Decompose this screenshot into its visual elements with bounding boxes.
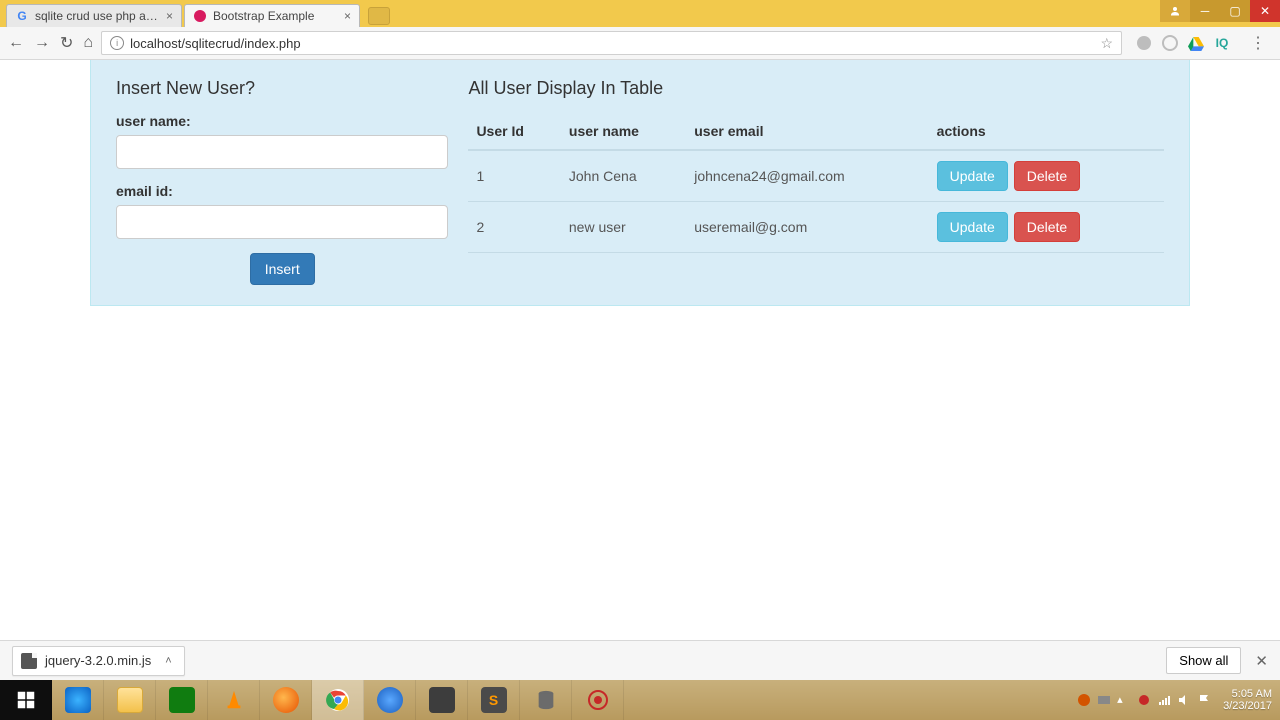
show-all-downloads-button[interactable]: Show all (1166, 647, 1241, 674)
chrome-menu-icon[interactable]: ⋮ (1244, 33, 1272, 53)
browser-titlebar: G sqlite crud use php and l × Bootstrap … (0, 0, 1280, 27)
users-table: User Id user name user email actions 1 J… (468, 113, 1164, 253)
download-bar: jquery-3.2.0.min.js ˄ Show all ✕ (0, 640, 1280, 680)
cell-name: new user (561, 202, 686, 253)
cell-id: 2 (468, 202, 560, 253)
update-button[interactable]: Update (937, 161, 1008, 191)
system-clock[interactable]: 5:05 AM 3/23/2017 (1217, 688, 1272, 712)
user-table-section: All User Display In Table User Id user n… (458, 78, 1174, 285)
browser-tab-2-active[interactable]: Bootstrap Example × (184, 4, 360, 27)
col-userid: User Id (468, 113, 560, 150)
table-heading: All User Display In Table (468, 78, 1164, 99)
cell-email: useremail@g.com (686, 202, 928, 253)
taskbar-record-icon[interactable] (572, 680, 624, 720)
cell-name: John Cena (561, 150, 686, 202)
table-row: 1 John Cena johncena24@gmail.com Update … (468, 150, 1164, 202)
tray-network-icon[interactable] (1157, 693, 1171, 707)
windows-taskbar: S ▴ 5:05 AM 3/23/2017 (0, 680, 1280, 720)
tray-flag-icon[interactable] (1197, 693, 1211, 707)
clock-date: 3/23/2017 (1223, 700, 1272, 712)
cell-actions: Update Delete (929, 202, 1164, 253)
tab-label: Bootstrap Example (213, 9, 340, 23)
browser-tab-1[interactable]: G sqlite crud use php and l × (6, 4, 182, 27)
browser-toolbar: ← → ↻ ⌂ i localhost/sqlitecrud/index.php… (0, 27, 1280, 60)
col-actions: actions (929, 113, 1164, 150)
email-input[interactable] (116, 205, 448, 239)
close-icon[interactable]: × (166, 9, 173, 23)
extensions-area: IQ (1130, 35, 1236, 51)
taskbar-firefox-icon[interactable] (260, 680, 312, 720)
iq-extension-icon[interactable]: IQ (1214, 35, 1230, 51)
file-icon (21, 653, 37, 669)
update-button[interactable]: Update (937, 212, 1008, 242)
window-controls: ─ ▢ ✕ (1160, 0, 1280, 22)
google-favicon: G (15, 9, 29, 23)
tray-record-icon[interactable] (1137, 693, 1151, 707)
main-panel: Insert New User? user name: email id: In… (90, 60, 1190, 306)
form-heading: Insert New User? (116, 78, 448, 99)
clock-time: 5:05 AM (1223, 688, 1272, 700)
taskbar-app-icon[interactable] (416, 680, 468, 720)
page-viewport: Insert New User? user name: email id: In… (0, 60, 1280, 640)
browser-tabs: G sqlite crud use php and l × Bootstrap … (0, 0, 390, 27)
reload-button[interactable]: ↻ (60, 33, 73, 53)
taskbar-sublime-icon[interactable]: S (468, 680, 520, 720)
url-text: localhost/sqlitecrud/index.php (130, 36, 301, 51)
tray-icon[interactable] (1077, 693, 1091, 707)
cell-actions: Update Delete (929, 150, 1164, 202)
insert-user-form: Insert New User? user name: email id: In… (106, 78, 458, 285)
download-item[interactable]: jquery-3.2.0.min.js ˄ (12, 646, 185, 676)
cell-id: 1 (468, 150, 560, 202)
home-button[interactable]: ⌂ (83, 34, 93, 52)
delete-button[interactable]: Delete (1014, 161, 1080, 191)
bookmark-star-icon[interactable]: ☆ (1100, 35, 1113, 52)
close-icon[interactable]: ✕ (1255, 652, 1268, 670)
taskbar-db-icon[interactable] (520, 680, 572, 720)
start-button[interactable] (0, 680, 52, 720)
new-tab-button[interactable] (368, 7, 390, 25)
site-info-icon[interactable]: i (110, 36, 124, 50)
delete-button[interactable]: Delete (1014, 212, 1080, 242)
drive-extension-icon[interactable] (1188, 35, 1204, 51)
chrome-user-icon[interactable] (1160, 0, 1190, 22)
minimize-button[interactable]: ─ (1190, 0, 1220, 22)
taskbar-vlc-icon[interactable] (208, 680, 260, 720)
extension-icon[interactable] (1162, 35, 1178, 51)
close-icon[interactable]: × (344, 9, 351, 23)
tray-up-icon[interactable]: ▴ (1117, 693, 1131, 707)
taskbar-store-icon[interactable] (156, 680, 208, 720)
col-useremail: user email (686, 113, 928, 150)
table-row: 2 new user useremail@g.com Update Delete (468, 202, 1164, 253)
username-label: user name: (116, 113, 448, 129)
extension-icon[interactable] (1136, 35, 1152, 51)
maximize-button[interactable]: ▢ (1220, 0, 1250, 22)
col-username: user name (561, 113, 686, 150)
forward-button[interactable]: → (34, 34, 50, 52)
email-label: email id: (116, 183, 448, 199)
download-filename: jquery-3.2.0.min.js (45, 653, 151, 668)
insert-button[interactable]: Insert (250, 253, 315, 285)
chevron-up-icon[interactable]: ˄ (165, 655, 171, 667)
system-tray: ▴ 5:05 AM 3/23/2017 (1069, 688, 1280, 712)
taskbar-app-icon[interactable] (364, 680, 416, 720)
taskbar-chrome-icon[interactable] (312, 680, 364, 720)
tab-label: sqlite crud use php and l (35, 9, 162, 23)
taskbar-ie-icon[interactable] (52, 680, 104, 720)
back-button[interactable]: ← (8, 34, 24, 52)
address-bar[interactable]: i localhost/sqlitecrud/index.php ☆ (101, 31, 1122, 55)
tray-volume-icon[interactable] (1177, 693, 1191, 707)
window-close-button[interactable]: ✕ (1250, 0, 1280, 22)
cell-email: johncena24@gmail.com (686, 150, 928, 202)
username-input[interactable] (116, 135, 448, 169)
tray-icon[interactable] (1097, 693, 1111, 707)
taskbar-explorer-icon[interactable] (104, 680, 156, 720)
page-favicon (193, 9, 207, 23)
